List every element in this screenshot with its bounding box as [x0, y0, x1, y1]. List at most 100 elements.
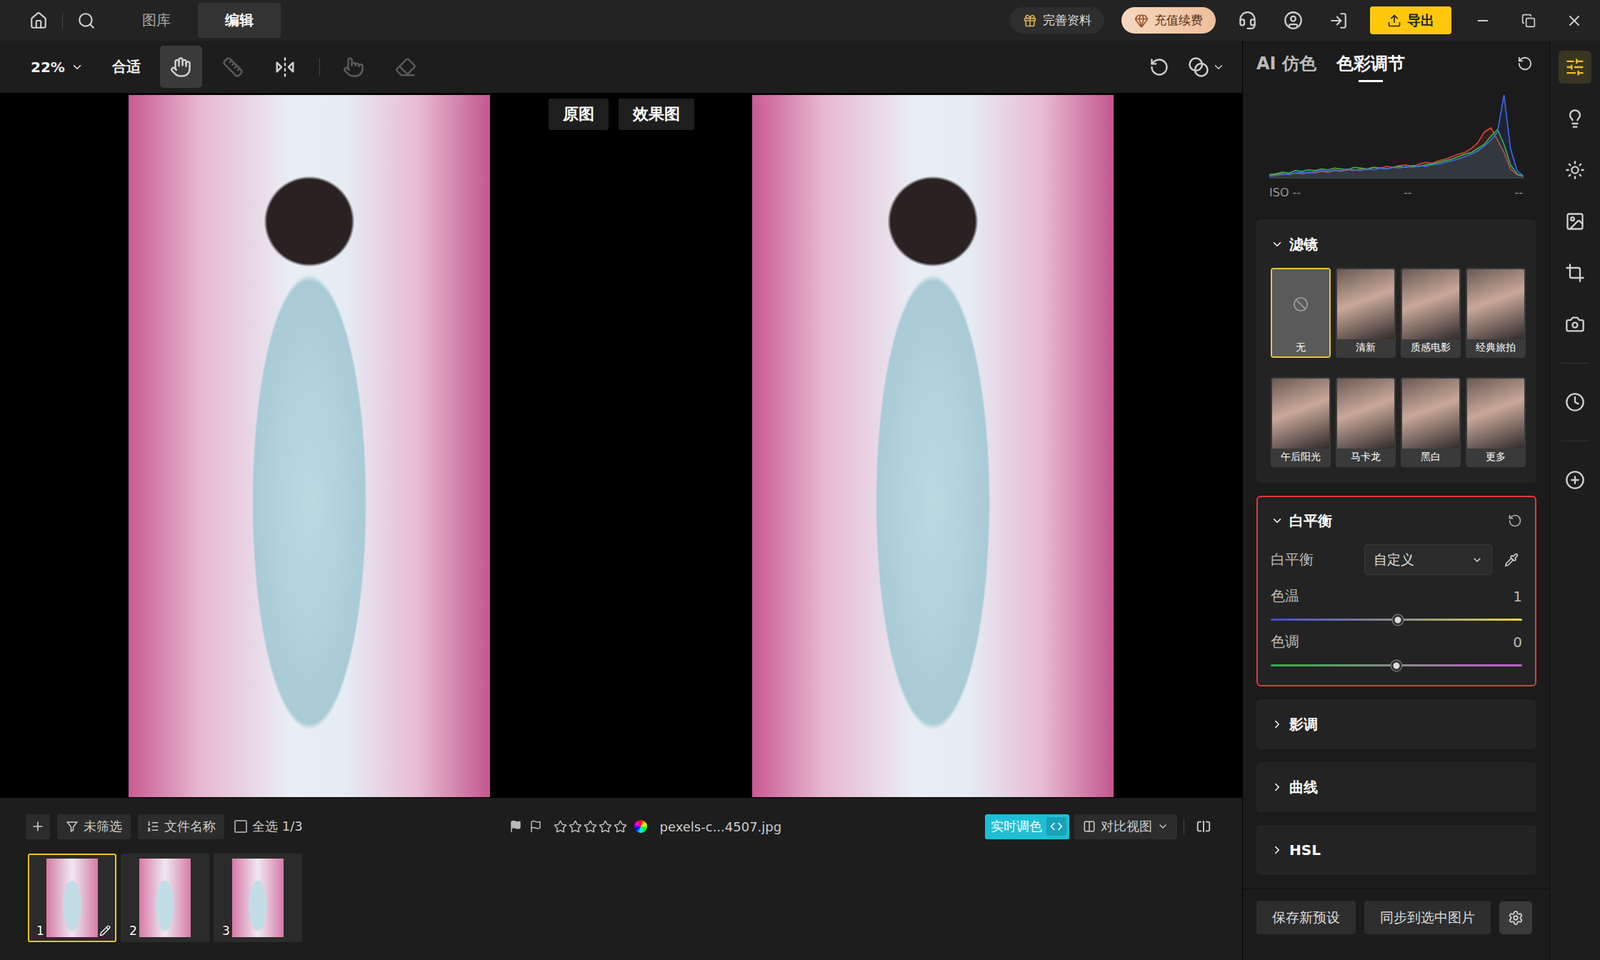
exif-reading: --	[1403, 185, 1413, 200]
adjust-panel: AI 仿色色彩调节ISO ------滤镜无清新质感电影经典旅拍午后阳光马卡龙黑…	[1242, 40, 1550, 960]
divider	[1560, 440, 1590, 442]
slider-track[interactable]	[1270, 618, 1523, 621]
fit-button[interactable]: 合适	[112, 57, 141, 77]
live-adjust-button[interactable]: 实时调色	[985, 814, 1070, 840]
split-view-button[interactable]	[1190, 813, 1217, 840]
filter-item[interactable]: 黑白	[1400, 377, 1461, 468]
search-button[interactable]	[75, 9, 98, 33]
nav-tab[interactable]: 编辑	[197, 2, 281, 38]
account-button[interactable]	[1278, 6, 1308, 35]
plus-icon	[30, 819, 45, 834]
divider	[1560, 362, 1590, 364]
select-all-checkbox[interactable]: 全选 1/3	[231, 814, 306, 840]
recharge-button[interactable]: 充值续费	[1121, 7, 1216, 34]
slider-value[interactable]: 1	[1512, 587, 1523, 605]
slider-knob[interactable]	[1391, 660, 1403, 671]
export-button[interactable]: 导出	[1370, 6, 1452, 35]
tool-button[interactable]	[385, 45, 428, 88]
none-icon	[1292, 296, 1309, 313]
star-icon[interactable]	[568, 820, 583, 834]
panel-tab[interactable]: 色彩调节	[1336, 49, 1405, 78]
field-label: 白平衡	[1270, 550, 1314, 570]
tool-button[interactable]	[332, 45, 375, 88]
checkbox[interactable]	[234, 820, 248, 833]
strip-button[interactable]	[1558, 50, 1592, 84]
color-label[interactable]	[634, 820, 648, 833]
section-header[interactable]: 曲线	[1270, 773, 1523, 801]
strip-button[interactable]	[1558, 153, 1592, 187]
pick-flag-icon[interactable]	[509, 820, 523, 833]
strip-button[interactable]	[1558, 102, 1592, 135]
filter-preview	[1272, 378, 1330, 449]
top-bar: 图库编辑 完善资料充值续费 导出	[0, 0, 1600, 41]
undo-button[interactable]	[1145, 52, 1174, 82]
star-icon[interactable]	[583, 820, 598, 834]
eyedropper-button[interactable]	[1500, 549, 1523, 571]
section-header[interactable]: 白平衡	[1270, 507, 1523, 535]
minimize-button[interactable]	[1468, 6, 1498, 35]
histogram-chart	[1269, 92, 1524, 179]
tool-button[interactable]	[212, 45, 255, 88]
reject-flag-icon[interactable]	[529, 820, 543, 833]
logout-button[interactable]	[1324, 6, 1353, 35]
panel-tab[interactable]: AI 仿色	[1256, 49, 1317, 78]
compare-menu[interactable]	[1187, 56, 1225, 78]
add-button[interactable]	[25, 814, 50, 840]
tool-button[interactable]	[160, 45, 203, 88]
home-icon	[29, 11, 48, 30]
slider-track[interactable]	[1270, 664, 1523, 667]
thumbnail-number: 2	[129, 923, 138, 938]
view-mode-select[interactable]: 对比视图	[1074, 814, 1178, 840]
home-button[interactable]	[27, 9, 50, 33]
slider-value[interactable]: 0	[1512, 633, 1523, 651]
section-header[interactable]: 滤镜	[1270, 230, 1523, 258]
filter-label: 黑白	[1402, 448, 1460, 466]
section-header[interactable]: 影调	[1270, 710, 1523, 738]
filter-preview	[1402, 269, 1460, 340]
zoom-select[interactable]: 22%	[30, 58, 84, 76]
filter-item[interactable]: 清新	[1335, 267, 1396, 358]
filter-button[interactable]: 未筛选	[57, 814, 131, 840]
thumbnail[interactable]: 1	[27, 853, 117, 943]
panel-button[interactable]: 保存新预设	[1256, 900, 1356, 935]
white-balance-section: 白平衡白平衡自定义色温1色调0	[1256, 495, 1537, 687]
strip-button[interactable]	[1558, 307, 1592, 341]
strip-button[interactable]	[1558, 205, 1592, 238]
maximize-button[interactable]	[1514, 6, 1543, 35]
settings-button[interactable]	[1499, 901, 1533, 935]
histogram-area	[1269, 95, 1524, 179]
app-window: 图库编辑完善资料充值续费导出22%合适原图效果图未筛选文件名称全选 1/3pex…	[0, 0, 1600, 960]
thumbnail[interactable]: 3	[213, 853, 303, 943]
strip-button[interactable]	[1558, 256, 1592, 290]
support-button[interactable]	[1232, 6, 1262, 35]
ruler-icon	[222, 56, 244, 78]
filter-item[interactable]: 质感电影	[1400, 267, 1461, 358]
star-icon[interactable]	[613, 820, 628, 834]
history-icon	[1565, 392, 1585, 413]
star-icon[interactable]	[553, 820, 568, 834]
sort-button[interactable]: 文件名称	[137, 814, 225, 840]
filter-item[interactable]: 马卡龙	[1335, 377, 1396, 468]
filter-item[interactable]: 更多	[1465, 377, 1526, 468]
white-balance-select[interactable]: 自定义	[1364, 544, 1493, 575]
thumbnail[interactable]: 2	[120, 853, 210, 943]
panel-button[interactable]: 同步到选中图片	[1364, 900, 1491, 935]
close-button[interactable]	[1560, 6, 1589, 35]
filter-item[interactable]: 经典旅拍	[1465, 267, 1526, 358]
nav-tab[interactable]: 图库	[115, 2, 198, 38]
strip-button[interactable]	[1558, 463, 1592, 497]
profile-button[interactable]: 完善资料	[1010, 7, 1105, 34]
section-header[interactable]: HSL	[1270, 836, 1523, 864]
reset-icon[interactable]	[1507, 513, 1523, 528]
funnel-icon	[65, 820, 79, 833]
reset-button[interactable]	[1513, 52, 1537, 75]
filter-preview	[1467, 269, 1525, 340]
file-name: pexels-c...4507.jpg	[660, 819, 783, 835]
tool-button[interactable]	[264, 45, 307, 88]
slider-knob[interactable]	[1392, 614, 1404, 625]
filter-item[interactable]: 午后阳光	[1270, 377, 1331, 468]
filter-label: 经典旅拍	[1467, 339, 1525, 357]
filter-item[interactable]: 无	[1270, 267, 1331, 358]
strip-button[interactable]	[1558, 385, 1592, 419]
star-icon[interactable]	[598, 820, 613, 834]
